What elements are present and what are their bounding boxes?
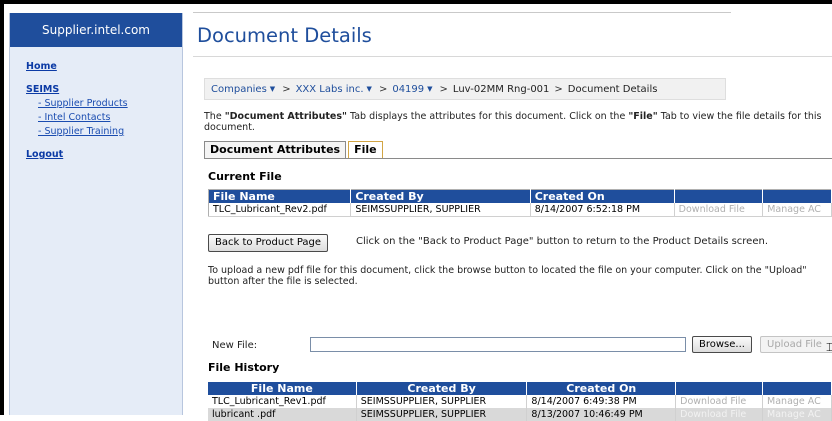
column-header xyxy=(674,189,764,203)
table-row: TLC_Lubricant_Rev1.pdf SEIMSSUPPLIER, SU… xyxy=(208,395,832,408)
breadcrumb-current: Document Details xyxy=(567,83,658,95)
breadcrumb-product-code[interactable]: 04199 xyxy=(392,84,424,95)
table-row: TLC_Lubricant_Rev2.pdf SEIMSSUPPLIER, SU… xyxy=(208,203,832,217)
cell-file-name: TLC_Lubricant_Rev2.pdf xyxy=(208,203,352,217)
sidebar-nav: Home SEIMS - Supplier Products - Intel C… xyxy=(10,47,182,160)
brand-logo: Supplier.intel.com xyxy=(10,13,182,47)
manage-access-link[interactable]: Manage AC xyxy=(762,203,832,217)
intro-bold1: "Document Attributes" xyxy=(224,111,347,122)
page-title: Document Details xyxy=(197,24,372,47)
sidebar-item-home[interactable]: Home xyxy=(26,61,182,72)
cell-file-name: TLC_Lubricant_Rev1.pdf xyxy=(208,395,357,408)
dropdown-caret-icon[interactable]: ▼ xyxy=(427,85,432,93)
title-divider xyxy=(193,56,832,57)
browse-button[interactable]: Browse... xyxy=(692,336,752,353)
sidebar-item-logout[interactable]: Logout xyxy=(26,149,182,160)
new-file-input[interactable] xyxy=(310,337,686,352)
breadcrumb-product[interactable]: Luv-02MM Rng-001 xyxy=(453,84,549,95)
column-header: File Name xyxy=(208,189,352,203)
breadcrumb-companies[interactable]: Companies xyxy=(211,84,267,95)
intro-text: The "Document Attributes" Tab displays t… xyxy=(204,111,832,133)
column-header xyxy=(762,189,832,203)
column-header xyxy=(675,382,764,395)
dropdown-caret-icon[interactable]: ▼ xyxy=(367,85,372,93)
file-history-table: File Name Created By Created On TLC_Lubr… xyxy=(208,382,832,421)
current-file-table: File Name Created By Created On TLC_Lubr… xyxy=(208,189,832,217)
column-header: Created On xyxy=(530,189,675,203)
window-frame-left xyxy=(0,0,4,415)
breadcrumb-separator: > xyxy=(439,83,448,95)
dropdown-caret-icon[interactable]: ▼ xyxy=(270,85,275,93)
file-history-heading: File History xyxy=(208,361,280,374)
brand-label: Supplier.intel.com xyxy=(42,23,150,37)
upload-file-button[interactable]: Upload File xyxy=(760,336,832,353)
download-file-link[interactable]: Download File xyxy=(674,203,764,217)
new-file-label: New File: xyxy=(212,340,258,351)
tab-bar: Document Attributes File xyxy=(204,141,385,158)
table-header-row: File Name Created By Created On xyxy=(208,189,832,203)
tab-underline xyxy=(204,158,832,159)
breadcrumb-separator: > xyxy=(554,83,563,95)
cell-created-on: 8/14/2007 6:49:38 PM xyxy=(526,395,677,408)
sidebar-item-seims[interactable]: SEIMS xyxy=(26,84,182,95)
sidebar-item-supplier-products[interactable]: - Supplier Products xyxy=(38,98,182,109)
back-button-hint: Click on the "Back to Product Page" butt… xyxy=(356,236,768,247)
breadcrumb-separator: > xyxy=(282,83,291,95)
intro-part2: Tab displays the attributes for this doc… xyxy=(346,111,629,122)
mouse-cursor-icon: ⌶ xyxy=(826,340,832,354)
sidebar: Supplier.intel.com Home SEIMS - Supplier… xyxy=(9,13,183,415)
cell-created-by: SEIMSSUPPLIER, SUPPLIER xyxy=(350,203,531,217)
back-to-product-page-button[interactable]: Back to Product Page xyxy=(208,234,329,252)
column-header: Created By xyxy=(356,382,528,395)
cell-created-by: SEIMSSUPPLIER, SUPPLIER xyxy=(356,395,528,408)
column-header: Created On xyxy=(526,382,677,395)
breadcrumb-separator: > xyxy=(378,83,388,95)
header-divider xyxy=(193,12,731,13)
window-frame-top xyxy=(0,0,832,4)
column-header: Created By xyxy=(350,189,531,203)
manage-access-link[interactable]: Manage AC xyxy=(762,395,832,408)
column-header xyxy=(762,382,832,395)
current-file-heading: Current File xyxy=(208,170,282,183)
breadcrumb: Companies ▼ > XXX Labs inc. ▼ > 04199 ▼ … xyxy=(204,78,726,100)
intro-bold2: "File" xyxy=(628,111,658,122)
download-file-link[interactable]: Download File xyxy=(675,395,764,408)
breadcrumb-company[interactable]: XXX Labs inc. xyxy=(296,84,364,95)
table-header-row: File Name Created By Created On xyxy=(208,382,832,395)
tab-document-attributes[interactable]: Document Attributes xyxy=(204,141,347,158)
upload-instructions: To upload a new pdf file for this docume… xyxy=(208,265,807,287)
column-header: File Name xyxy=(208,382,357,395)
tab-file[interactable]: File xyxy=(348,141,383,158)
cell-created-on: 8/14/2007 6:52:18 PM xyxy=(530,203,675,217)
sidebar-item-supplier-training[interactable]: - Supplier Training xyxy=(38,126,182,137)
sidebar-item-intel-contacts[interactable]: - Intel Contacts xyxy=(38,112,182,123)
intro-part1: The xyxy=(204,111,225,122)
